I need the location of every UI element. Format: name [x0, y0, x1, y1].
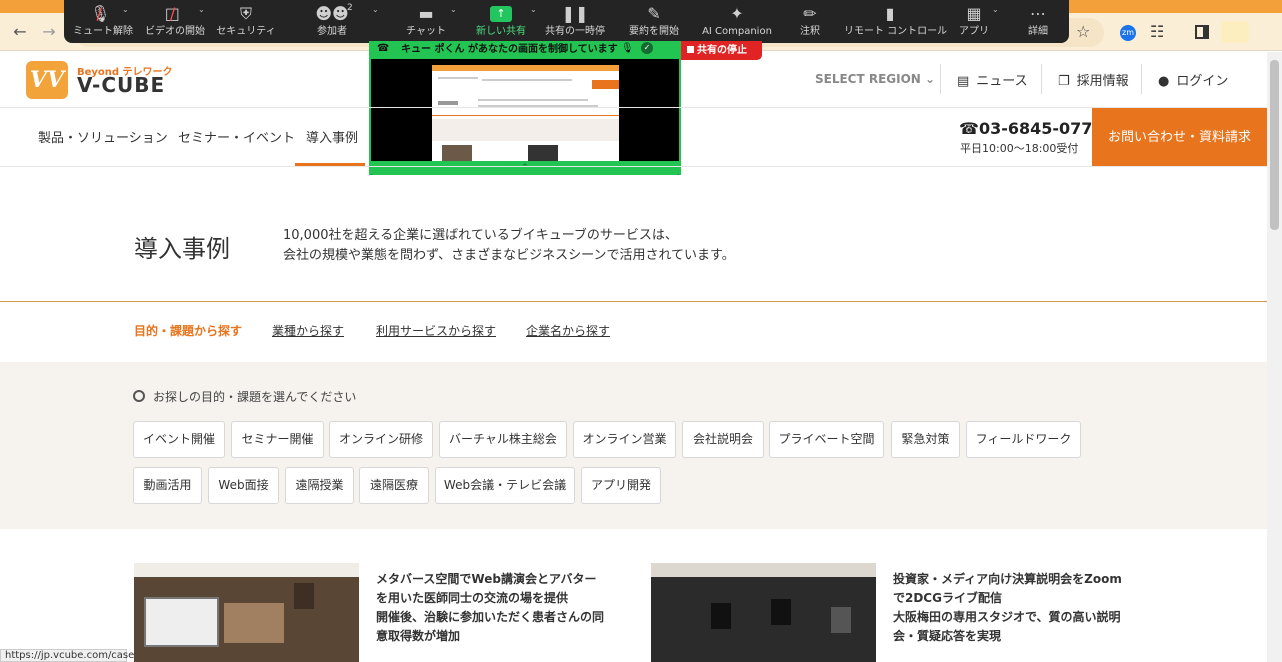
- user-icon: ●: [1158, 74, 1170, 89]
- logo-wordmark[interactable]: V-CUBE: [77, 73, 165, 97]
- tag-app-dev[interactable]: アプリ開発: [581, 467, 661, 504]
- bookmark-star-icon[interactable]: ☆: [1076, 22, 1090, 41]
- tag-event[interactable]: イベント開催: [133, 421, 225, 458]
- video-caret-icon[interactable]: ⌄: [198, 5, 205, 14]
- back-button[interactable]: ←: [9, 21, 31, 43]
- chat-icon: ▬: [418, 4, 434, 23]
- tag-web-interview[interactable]: Web面接: [208, 467, 279, 504]
- mouse-icon: ▮: [885, 4, 895, 23]
- remote-control-button[interactable]: ▮ リモート コントロール: [844, 0, 947, 43]
- share-preview-thumbnail[interactable]: [369, 59, 681, 175]
- tag-private-space[interactable]: プライベート空間: [769, 421, 884, 458]
- sparkle-icon: ✦: [730, 4, 744, 23]
- tab-by-service[interactable]: 利用サービスから探す: [376, 322, 496, 339]
- summary-icon: ✎: [647, 4, 661, 23]
- extensions-puzzle-icon[interactable]: ☷: [1150, 22, 1164, 41]
- tab-by-company[interactable]: 企業名から探す: [526, 322, 610, 339]
- forward-button[interactable]: →: [38, 21, 60, 43]
- case-image-studio[interactable]: [651, 563, 876, 662]
- nav-case-studies[interactable]: 導入事例: [306, 127, 358, 146]
- section-divider: [0, 301, 1267, 302]
- news-link[interactable]: ▤ ニュース: [957, 70, 1028, 89]
- stop-square-icon: [687, 46, 694, 53]
- preview-screen: [432, 65, 619, 161]
- vcube-logo-icon[interactable]: VV: [26, 61, 68, 99]
- mic-icon: 🎙: [621, 43, 634, 54]
- status-bar-url: https://jp.vcube.com/case: [0, 649, 134, 662]
- nav-products[interactable]: 製品・ソリューション: [38, 127, 168, 146]
- tab-by-industry[interactable]: 業種から探す: [272, 322, 344, 339]
- tag-seminar[interactable]: セミナー開催: [231, 421, 324, 458]
- tag-telemedicine[interactable]: 遠隔医療: [359, 467, 429, 504]
- tab-by-purpose[interactable]: 目的・課題から探す: [134, 322, 242, 339]
- shield-icon: ⛨: [239, 4, 252, 23]
- case-title-studio[interactable]: 投資家・メディア向け決算説明会をZoom で2DCGライブ配信 大阪梅田の専用ス…: [893, 570, 1122, 646]
- case-image-metaverse[interactable]: [134, 563, 359, 662]
- tag-web-conference[interactable]: Web会議・テレビ会議: [435, 467, 575, 504]
- pause-icon: ❚❚: [561, 4, 589, 23]
- intro-text: 10,000社を超える企業に選ばれているブイキューブのサービスは、 会社の規模や…: [283, 228, 735, 263]
- phone-number[interactable]: ☎03-6845-0775: [959, 119, 1104, 138]
- zoom-meeting-toolbar: 🎙/ ミュート解除 ⌄ □/ ビデオの開始 ⌄ ⛨ セキュリティ ☻☻ 参加者 …: [64, 0, 1069, 43]
- phone-icon: ☎: [959, 119, 979, 138]
- chat-button[interactable]: ▬ チャット: [400, 0, 452, 43]
- business-hours: 平日10:00〜18:00受付: [960, 142, 1079, 155]
- apps-caret-icon[interactable]: ⌄: [992, 5, 999, 14]
- side-panel-icon[interactable]: [1195, 25, 1209, 39]
- remote-control-banner: ☎ キュー ポくん があなたの画面を制御しています 🎙 ✓: [369, 41, 681, 59]
- select-region-dropdown[interactable]: SELECT REGION ⌄: [815, 72, 935, 86]
- participants-count: 2: [347, 3, 353, 13]
- more-icon: ⋯: [1030, 4, 1046, 23]
- scrollbar-thumb[interactable]: [1270, 60, 1279, 230]
- tag-remote-class[interactable]: 遠隔授業: [285, 467, 354, 504]
- tag-online-sales[interactable]: オンライン営業: [573, 421, 676, 458]
- shield-small-icon: ✓: [641, 42, 653, 54]
- tag-video[interactable]: 動画活用: [133, 467, 202, 504]
- share-arrow-icon: ↑: [490, 6, 512, 22]
- mute-caret-icon[interactable]: ⌄: [122, 5, 129, 14]
- participants-caret-icon[interactable]: ⌄: [372, 5, 379, 14]
- tag-virtual-agm[interactable]: バーチャル株主総会: [439, 421, 567, 458]
- profile-avatar[interactable]: [1221, 21, 1249, 43]
- search-hint: お探しの目的・課題を選んでください: [133, 388, 356, 405]
- share-caret-icon[interactable]: ⌄: [530, 5, 537, 14]
- document-icon: ▤: [957, 74, 970, 89]
- tag-company-briefing[interactable]: 会社説明会: [682, 421, 764, 458]
- tag-online-training[interactable]: オンライン研修: [329, 421, 433, 458]
- chat-caret-icon[interactable]: ⌄: [450, 5, 457, 14]
- new-share-button[interactable]: ↑ 新しい共有: [470, 0, 532, 43]
- login-link[interactable]: ● ログイン: [1158, 70, 1228, 89]
- annotate-button[interactable]: ✏ 注釈: [790, 0, 830, 43]
- stop-share-button[interactable]: 共有の停止: [681, 41, 762, 60]
- preview-collapse-chevron-icon[interactable]: ⌃: [369, 161, 681, 175]
- nav-seminars[interactable]: セミナー・イベント: [178, 127, 295, 146]
- copy-icon: ❐: [1058, 74, 1070, 89]
- ai-companion-button[interactable]: ✦ AI Companion: [700, 0, 774, 43]
- careers-link[interactable]: ❐ 採用情報: [1058, 70, 1129, 89]
- phone-icon: ☎: [377, 43, 390, 54]
- apps-button[interactable]: ▦ アプリ: [954, 0, 994, 43]
- security-button[interactable]: ⛨ セキュリティ: [216, 0, 276, 43]
- chevron-down-icon: ⌄: [925, 72, 936, 86]
- start-summary-button[interactable]: ✎ 要約を開始: [622, 0, 686, 43]
- pause-share-button[interactable]: ❚❚ 共有の一時停: [540, 0, 610, 43]
- apps-icon: ▦: [966, 4, 982, 23]
- zoom-extension-icon[interactable]: zm: [1120, 25, 1136, 41]
- case-title-metaverse[interactable]: メタバース空間でWeb講演会とアバター を用いた医師同士の交流の場を提供 開催後…: [376, 570, 604, 646]
- tag-emergency[interactable]: 緊急対策: [891, 421, 960, 458]
- search-icon: [133, 390, 145, 402]
- tag-fieldwork[interactable]: フィールドワーク: [966, 421, 1081, 458]
- more-button[interactable]: ⋯ 詳細: [1018, 0, 1058, 43]
- contact-request-button[interactable]: お問い合わせ・資料請求: [1092, 108, 1267, 167]
- page-title: 導入事例: [134, 235, 230, 263]
- pen-icon: ✏: [803, 4, 817, 23]
